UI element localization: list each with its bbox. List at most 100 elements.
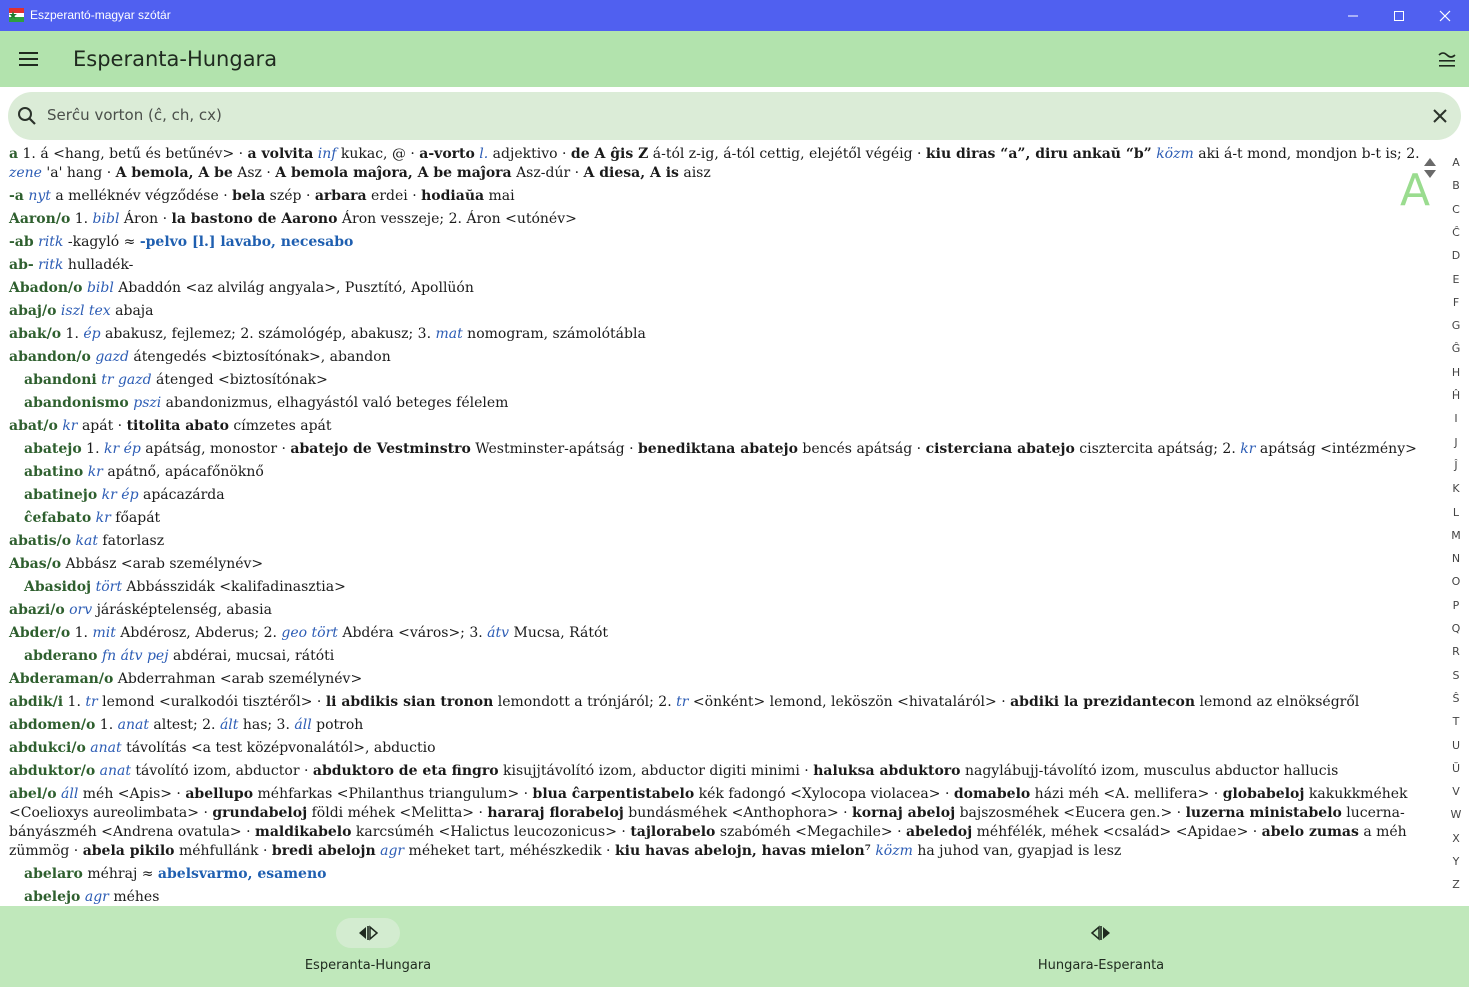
index-letter[interactable]: K — [1444, 482, 1468, 495]
index-letter[interactable]: Y — [1444, 855, 1468, 868]
dictionary-entry[interactable]: abdik/i 1. tr lemond <uralkodói tisztérő… — [9, 693, 1430, 712]
minimize-button[interactable] — [1330, 0, 1376, 31]
grammar-label: agr — [380, 843, 405, 859]
index-letter[interactable]: A — [1444, 156, 1468, 169]
headword: Abadon/o — [9, 280, 83, 296]
sub-entry[interactable]: abatinejo kr ép apácazárda — [24, 486, 1430, 505]
nav-pill[interactable] — [1069, 918, 1133, 948]
sub-entry[interactable]: abatejo 1. kr ép apátság, monostor · aba… — [24, 440, 1430, 459]
translation-text: 1. — [70, 625, 93, 641]
index-letter[interactable]: Ĝ — [1444, 342, 1468, 355]
index-letter[interactable]: I — [1444, 412, 1468, 425]
nav-hungara-esperanta[interactable]: Hungara-Esperanta — [1001, 906, 1201, 987]
dictionary-entry-list[interactable]: a 1. á <hang, betű és betűnév> · a volvi… — [0, 145, 1430, 906]
dictionary-entry[interactable]: abel/o áll méh <Apis> · abellupo méhfark… — [9, 785, 1430, 861]
sub-entry[interactable]: ĉefabato kr főapát — [24, 509, 1430, 528]
index-letter[interactable]: B — [1444, 179, 1468, 192]
dictionary-entry[interactable]: Abadon/o bibl Abaddón <az alvilág angyal… — [9, 279, 1430, 298]
dictionary-entry[interactable]: abduktor/o anat távolító izom, abductor … — [9, 762, 1430, 781]
dictionary-entry[interactable]: a 1. á <hang, betű és betűnév> · a volvi… — [9, 145, 1430, 183]
sub-entry[interactable]: abandonismo pszi abandonizmus, elhagyást… — [24, 394, 1430, 413]
index-letter[interactable]: O — [1444, 575, 1468, 588]
translation-text: 1. — [63, 694, 86, 710]
dictionary-entry[interactable]: abaj/o iszl tex abaja — [9, 302, 1430, 321]
example-phrase: abduktoro de eta fingro — [312, 763, 499, 779]
index-letter[interactable]: L — [1444, 506, 1468, 519]
sub-entry[interactable]: abelejo agr méhes — [24, 888, 1430, 906]
index-letter[interactable]: Ĵ — [1444, 459, 1468, 472]
grammar-label: geo tört — [281, 625, 338, 641]
dictionary-entry[interactable]: abak/o 1. ép abakusz, fejlemez; 2. számo… — [9, 325, 1430, 344]
dictionary-entry[interactable]: -a nyt a melléknév végződése · bela szép… — [9, 187, 1430, 206]
search-input[interactable]: Serĉu vorton (ĉ, ch, cx) — [47, 106, 222, 124]
index-letter[interactable]: H — [1444, 366, 1468, 379]
example-phrase: hodiaŭa — [421, 188, 485, 204]
dictionary-entry[interactable]: -ab ritk -kagyló ≈ -pelvo [l.] lavabo, n… — [9, 233, 1430, 252]
dictionary-entry[interactable]: Abas/o Abbász <arab személynév> — [9, 555, 1430, 574]
index-letter[interactable]: G — [1444, 319, 1468, 332]
cross-reference-link[interactable]: abelsvarmo, esameno — [158, 866, 327, 882]
index-letter[interactable]: J — [1444, 436, 1468, 449]
dictionary-entry[interactable]: Aaron/o 1. bibl Áron · la bastono de Aar… — [9, 210, 1430, 229]
dictionary-entry[interactable]: abazi/o orv járásképtelenség, abasia — [9, 601, 1430, 620]
index-letter[interactable]: V — [1444, 785, 1468, 798]
example-phrase: luzerna ministabelo — [1185, 805, 1342, 821]
index-letter[interactable]: T — [1444, 715, 1468, 728]
search-bar[interactable]: Serĉu vorton (ĉ, ch, cx) — [8, 92, 1461, 140]
nav-label: Esperanta-Hungara — [304, 958, 432, 973]
index-letter[interactable]: P — [1444, 599, 1468, 612]
dictionary-entry[interactable]: abatis/o kat fatorlasz — [9, 532, 1430, 551]
dictionary-entry[interactable]: Abder/o 1. mit Abdérosz, Abderus; 2. geo… — [9, 624, 1430, 643]
index-letter[interactable]: M — [1444, 529, 1468, 542]
filter-options-icon[interactable] — [1436, 49, 1458, 71]
index-letter[interactable]: X — [1444, 832, 1468, 845]
index-letter[interactable]: Ŭ — [1444, 762, 1468, 775]
index-letter[interactable]: Ĥ — [1444, 389, 1468, 402]
index-letter[interactable]: R — [1444, 645, 1468, 658]
dictionary-entry[interactable]: Abderaman/o Abderrahman <arab személynév… — [9, 670, 1430, 689]
sub-entry[interactable]: abelaro méhraj ≈ abelsvarmo, esameno — [24, 865, 1430, 884]
cross-reference-link[interactable]: -pelvo [l.] lavabo, necesabo — [140, 234, 354, 250]
nav-esperanta-hungara[interactable]: Esperanta-Hungara — [268, 906, 468, 987]
translation-text: -kagyló ≈ — [63, 234, 140, 250]
maximize-button[interactable] — [1376, 0, 1422, 31]
index-letter[interactable]: Q — [1444, 622, 1468, 635]
dictionary-entry[interactable]: abandon/o gazd átengedés <biztosítónak>,… — [9, 348, 1430, 367]
index-letter[interactable]: C — [1444, 203, 1468, 216]
index-letter[interactable]: N — [1444, 552, 1468, 565]
translation-text: ciszterci­ta apátság; 2. — [1074, 441, 1241, 457]
translation-text: abandonizmus, elhagyástól való beteges f… — [161, 395, 509, 411]
translation-text: méhes — [108, 889, 160, 905]
nav-pill-selected[interactable] — [336, 918, 400, 948]
index-letter[interactable]: Ŝ — [1444, 692, 1468, 705]
index-letter[interactable]: Ĉ — [1444, 226, 1468, 239]
headword: ĉefabato — [24, 510, 92, 526]
hamburger-menu-icon[interactable] — [17, 48, 41, 70]
dictionary-entry[interactable]: ab- ritk hulladék- — [9, 256, 1430, 275]
translation-text: bajszosméhek <Eucera gen.> · — [955, 805, 1186, 821]
close-window-button[interactable] — [1422, 0, 1468, 31]
grammar-label: közm — [1156, 146, 1194, 162]
translation-text: Asz · — [232, 165, 276, 181]
index-letter[interactable]: E — [1444, 273, 1468, 286]
sub-entry[interactable]: abandoni tr gazd átenged <biztosítónak> — [24, 371, 1430, 390]
sub-entry[interactable]: abatino kr apátnő, apácafőnöknő — [24, 463, 1430, 482]
headword: abat/o — [9, 418, 58, 434]
clear-search-icon[interactable] — [1429, 105, 1451, 127]
index-letter[interactable]: U — [1444, 739, 1468, 752]
dictionary-entry[interactable]: abdukci/o anat távolítás <a test középvo… — [9, 739, 1430, 758]
sub-entry[interactable]: abderano fn átv pej abdérai, mucsai, rát… — [24, 647, 1430, 666]
example-phrase: A bemola, A be — [115, 165, 233, 181]
translation-text: adjektivo · — [488, 146, 571, 162]
dictionary-entry[interactable]: abat/o kr apát · titolita abato címzetes… — [9, 417, 1430, 436]
dictionary-entry[interactable]: abdomen/o 1. anat altest; 2. ált has; 3.… — [9, 716, 1430, 735]
index-letter[interactable]: F — [1444, 296, 1468, 309]
headword: Abder/o — [9, 625, 71, 641]
sub-entry[interactable]: Abasidoj tört Abbásszidák <kalifadinaszt… — [24, 578, 1430, 597]
index-letter[interactable]: S — [1444, 669, 1468, 682]
index-letter[interactable]: Z — [1444, 878, 1468, 891]
translation-text: 1. — [70, 211, 93, 227]
scroll-arrows-icon[interactable] — [1419, 152, 1441, 184]
index-letter[interactable]: D — [1444, 249, 1468, 262]
index-letter[interactable]: W — [1444, 808, 1468, 821]
